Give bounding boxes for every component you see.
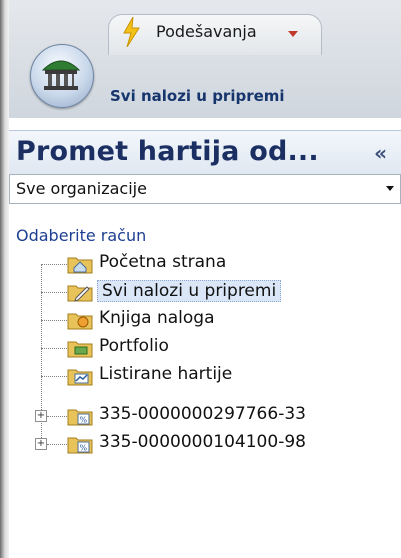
expand-icon[interactable]: + xyxy=(35,410,47,422)
settings-tab-label: Podešavanja xyxy=(156,22,257,41)
svg-text:%: % xyxy=(80,444,88,453)
tree-item-label: Početna strana xyxy=(99,252,227,272)
tree-item-label: Svi nalozi u pripremi xyxy=(97,280,282,302)
book-icon xyxy=(67,313,93,330)
document-title: Svi nalozi u pripremi xyxy=(110,87,285,105)
percent-folder-icon: % xyxy=(67,437,93,454)
expand-icon[interactable]: + xyxy=(35,438,47,450)
lightning-icon xyxy=(123,17,140,47)
app-menu-button[interactable] xyxy=(30,44,94,108)
tree-item-label: Knjiga naloga xyxy=(99,308,215,328)
home-folder-icon xyxy=(67,257,93,274)
percent-folder-icon: % xyxy=(67,409,93,426)
account-tree: Početna strana Svi nalozi u pripremi Knj… xyxy=(9,118,401,558)
edit-folder-icon xyxy=(67,285,93,302)
chart-folder-icon xyxy=(67,369,93,386)
svg-text:%: % xyxy=(80,416,88,425)
dropdown-arrow-icon[interactable] xyxy=(288,31,298,37)
window-frame-left xyxy=(0,0,9,558)
tree-item-label: 335-0000000104100-98 xyxy=(99,432,306,452)
portfolio-folder-icon xyxy=(67,341,93,358)
tree-item-label: Listirane hartije xyxy=(99,364,233,384)
bank-icon xyxy=(41,60,81,90)
tree-item-label: Portfolio xyxy=(99,336,169,356)
tree-item-label: 335-0000000297766-33 xyxy=(99,404,306,424)
navigation-panel: Promet hartija od... « Sve organizacije … xyxy=(9,118,401,558)
